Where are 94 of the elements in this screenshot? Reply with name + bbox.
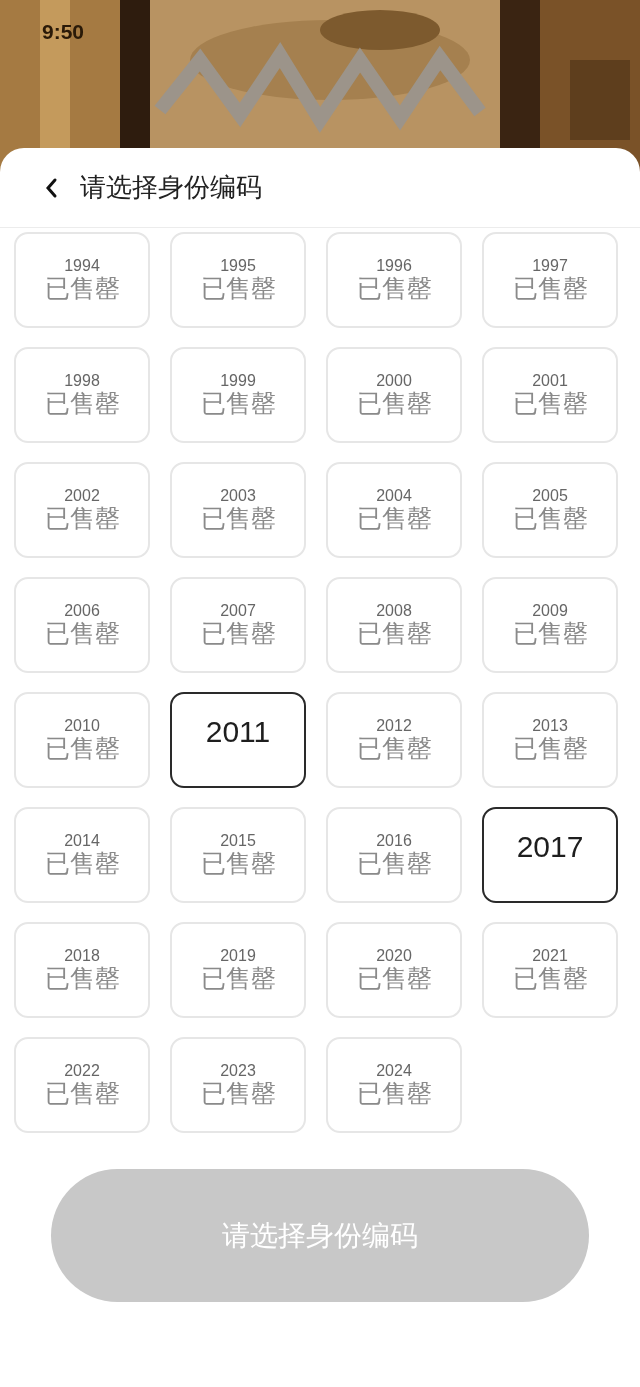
- year-label: 2023: [220, 1062, 256, 1081]
- year-label: 2003: [220, 487, 256, 506]
- sold-out-label: 已售罄: [512, 390, 588, 418]
- sold-out-label: 已售罄: [356, 1080, 432, 1108]
- year-label: 1996: [376, 257, 412, 276]
- code-card[interactable]: 2000 已售罄: [326, 347, 462, 443]
- code-card[interactable]: 2018 已售罄: [14, 922, 150, 1018]
- code-card[interactable]: 2004 已售罄: [326, 462, 462, 558]
- code-card[interactable]: 2020 已售罄: [326, 922, 462, 1018]
- year-label: 2001: [532, 372, 568, 391]
- sold-out-label: 已售罄: [512, 735, 588, 763]
- code-card[interactable]: 1996 已售罄: [326, 232, 462, 328]
- sold-out-label: 已售罄: [356, 620, 432, 648]
- code-card[interactable]: 2019 已售罄: [170, 922, 306, 1018]
- year-label: 2010: [64, 717, 100, 736]
- sold-out-label: 已售罄: [44, 965, 120, 993]
- year-label: 2017: [516, 829, 584, 865]
- year-label: 2024: [376, 1062, 412, 1081]
- sold-out-label: 已售罄: [200, 965, 276, 993]
- sold-out-label: 已售罄: [200, 1080, 276, 1108]
- year-label: 1999: [220, 372, 256, 391]
- status-time: 9:50: [42, 20, 85, 44]
- code-card[interactable]: 2021 已售罄: [482, 922, 618, 1018]
- code-card[interactable]: 2001 已售罄: [482, 347, 618, 443]
- code-card[interactable]: 1995 已售罄: [170, 232, 306, 328]
- year-label: 2014: [64, 832, 100, 851]
- year-label: 2011: [205, 714, 271, 750]
- sold-out-label: 已售罄: [356, 505, 432, 533]
- code-card[interactable]: 2003 已售罄: [170, 462, 306, 558]
- code-card[interactable]: 2006 已售罄: [14, 577, 150, 673]
- year-label: 2009: [532, 602, 568, 621]
- code-card[interactable]: 2013 已售罄: [482, 692, 618, 788]
- code-card[interactable]: 2012 已售罄: [326, 692, 462, 788]
- code-card[interactable]: 2014 已售罄: [14, 807, 150, 903]
- code-card[interactable]: 2007 已售罄: [170, 577, 306, 673]
- sold-out-label: 已售罄: [200, 620, 276, 648]
- sold-out-label: 已售罄: [44, 275, 120, 303]
- sold-out-label: 已售罄: [200, 275, 276, 303]
- year-label: 2002: [64, 487, 100, 506]
- code-card[interactable]: 2016 已售罄: [326, 807, 462, 903]
- sold-out-label: 已售罄: [512, 965, 588, 993]
- sold-out-label: 已售罄: [44, 850, 120, 878]
- code-card[interactable]: 1994 已售罄: [14, 232, 150, 328]
- sold-out-label: 已售罄: [512, 505, 588, 533]
- year-label: 1997: [532, 257, 568, 276]
- year-label: 2005: [532, 487, 568, 506]
- year-label: 2000: [376, 372, 412, 391]
- sold-out-label: 已售罄: [44, 1080, 120, 1108]
- year-label: 1994: [64, 257, 100, 276]
- year-label: 2022: [64, 1062, 100, 1081]
- code-card[interactable]: 1999 已售罄: [170, 347, 306, 443]
- code-card[interactable]: 1997 已售罄: [482, 232, 618, 328]
- sold-out-label: 已售罄: [356, 965, 432, 993]
- code-card[interactable]: 2011: [170, 692, 306, 788]
- code-card[interactable]: 2010 已售罄: [14, 692, 150, 788]
- sold-out-label: 已售罄: [356, 390, 432, 418]
- year-label: 1995: [220, 257, 256, 276]
- year-label: 2004: [376, 487, 412, 506]
- sold-out-label: 已售罄: [44, 505, 120, 533]
- sold-out-label: 已售罄: [44, 735, 120, 763]
- year-label: 2015: [220, 832, 256, 851]
- year-label: 1998: [64, 372, 100, 391]
- code-card[interactable]: 2022 已售罄: [14, 1037, 150, 1133]
- sold-out-label: 已售罄: [356, 850, 432, 878]
- sold-out-label: 已售罄: [512, 620, 588, 648]
- sold-out-label: 已售罄: [200, 390, 276, 418]
- code-card[interactable]: 2005 已售罄: [482, 462, 618, 558]
- year-label: 2020: [376, 947, 412, 966]
- page-title: 请选择身份编码: [80, 171, 262, 204]
- year-label: 2007: [220, 602, 256, 621]
- sold-out-label: 已售罄: [512, 275, 588, 303]
- code-card[interactable]: 1998 已售罄: [14, 347, 150, 443]
- code-card[interactable]: 2015 已售罄: [170, 807, 306, 903]
- code-card[interactable]: 2023 已售罄: [170, 1037, 306, 1133]
- year-label: 2013: [532, 717, 568, 736]
- code-card[interactable]: 2024 已售罄: [326, 1037, 462, 1133]
- year-label: 2018: [64, 947, 100, 966]
- year-label: 2021: [532, 947, 568, 966]
- year-label: 2016: [376, 832, 412, 851]
- code-card[interactable]: 2002 已售罄: [14, 462, 150, 558]
- year-label: 2008: [376, 602, 412, 621]
- sold-out-label: 已售罄: [200, 850, 276, 878]
- code-card[interactable]: 2009 已售罄: [482, 577, 618, 673]
- sold-out-label: 已售罄: [356, 275, 432, 303]
- back-icon: [44, 176, 58, 199]
- sold-out-label: 已售罄: [200, 505, 276, 533]
- year-label: 2006: [64, 602, 100, 621]
- year-label: 2019: [220, 947, 256, 966]
- sold-out-label: 已售罄: [356, 735, 432, 763]
- code-card[interactable]: 2017: [482, 807, 618, 903]
- sold-out-label: 已售罄: [44, 390, 120, 418]
- year-label: 2012: [376, 717, 412, 736]
- code-card[interactable]: 2008 已售罄: [326, 577, 462, 673]
- sold-out-label: 已售罄: [44, 620, 120, 648]
